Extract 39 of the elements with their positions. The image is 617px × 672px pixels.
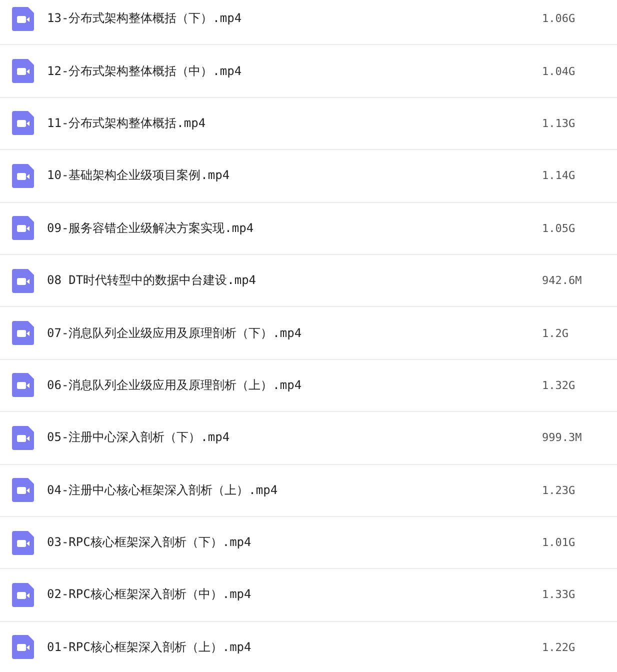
file-size: 942.6M [542, 274, 582, 288]
file-size: 1.23G [542, 484, 576, 497]
video-file-icon [12, 164, 34, 188]
video-file-icon [12, 530, 34, 555]
video-file-icon [12, 6, 34, 31]
video-file-icon [12, 216, 34, 240]
file-size: 1.22G [542, 640, 576, 654]
file-size: 1.14G [542, 169, 576, 182]
file-name[interactable]: 10-基础架构企业级项目案例.mp4 [47, 167, 542, 184]
file-name[interactable]: 08 DT时代转型中的数据中台建设.mp4 [47, 272, 542, 290]
file-size: 1.13G [542, 116, 576, 130]
video-file-icon [12, 59, 34, 84]
video-file-icon [12, 426, 34, 450]
file-size: 1.01G [542, 536, 576, 550]
video-file-icon [12, 373, 34, 398]
file-size: 1.04G [542, 64, 576, 78]
file-name[interactable]: 07-消息队列企业级应用及原理剖析（下）.mp4 [47, 324, 542, 342]
file-size: 1.32G [542, 378, 576, 392]
video-file-icon [12, 635, 34, 660]
video-file-icon [12, 268, 34, 293]
file-name[interactable]: 03-RPC核心框架深入剖析（下）.mp4 [47, 534, 542, 552]
file-name[interactable]: 01-RPC核心框架深入剖析（上）.mp4 [47, 638, 542, 656]
file-size: 999.3M [542, 431, 582, 444]
file-size: 1.2G [542, 326, 568, 340]
file-name[interactable]: 09-服务容错企业级解决方案实现.mp4 [47, 220, 542, 237]
video-file-icon [12, 582, 34, 607]
file-name[interactable]: 06-消息队列企业级应用及原理剖析（上）.mp4 [47, 376, 542, 394]
video-file-icon [12, 478, 34, 502]
file-name[interactable]: 02-RPC核心框架深入剖析（中）.mp4 [47, 586, 542, 604]
file-name[interactable]: 05-注册中心深入剖析（下）.mp4 [47, 429, 542, 446]
file-name[interactable]: 12-分布式架构整体概括（中）.mp4 [47, 62, 542, 80]
file-name[interactable]: 04-注册中心核心框架深入剖析（上）.mp4 [47, 482, 542, 499]
file-size: 1.05G [542, 222, 576, 235]
video-file-icon [12, 111, 34, 136]
file-size: 1.06G [542, 12, 576, 26]
file-name[interactable]: 13-分布式架构整体概括（下）.mp4 [47, 10, 542, 28]
file-name[interactable]: 11-分布式架构整体概括.mp4 [47, 114, 542, 132]
file-size: 1.33G [542, 588, 576, 602]
video-file-icon [12, 321, 34, 346]
